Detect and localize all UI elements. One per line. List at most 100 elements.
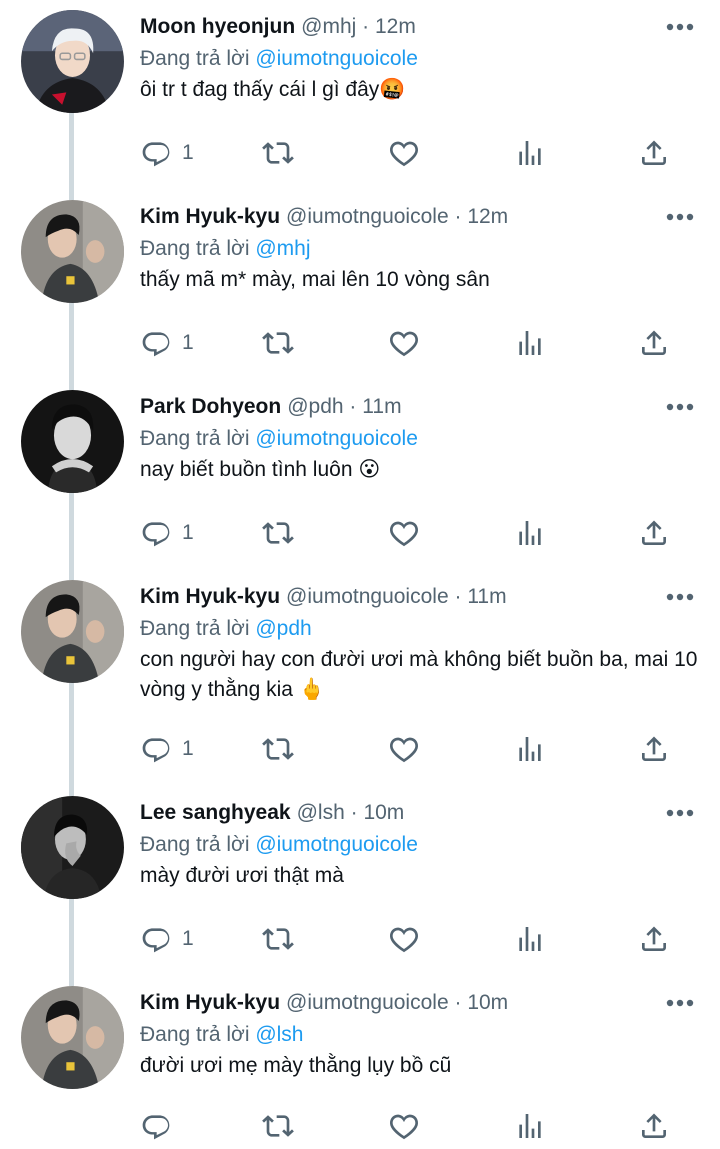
heart-icon [389,521,419,547]
stats-button[interactable] [514,133,546,173]
share-button[interactable] [638,729,670,769]
timestamp[interactable]: 10m [363,801,404,824]
tweet[interactable]: Kim Hyuk-kyu @iumotnguoicole · 12m Đang t… [0,190,720,380]
reply-to-mention[interactable]: @iumotnguoicole [255,47,418,70]
tweet-actions: 1 [140,133,700,173]
more-options-button[interactable] [660,12,700,42]
separator: · [349,395,357,418]
like-button[interactable] [388,729,420,769]
stats-button[interactable] [514,323,546,363]
reply-context: Đang trả lời @pdh [140,614,312,644]
like-button[interactable] [388,1106,420,1146]
avatar[interactable] [21,580,124,683]
share-button[interactable] [638,133,670,173]
share-button[interactable] [638,513,670,553]
author-handle[interactable]: @iumotnguoicole [286,585,449,608]
author-name[interactable]: Kim Hyuk-kyu [140,585,280,608]
author-handle[interactable]: @iumotnguoicole [286,205,449,228]
tweet-header: Kim Hyuk-kyu @iumotnguoicole · 10m [140,988,508,1018]
tweet-text: ôi tr t đag thấy cái l gì đây🤬 [140,78,406,101]
like-button[interactable] [388,513,420,553]
reply-to-mention[interactable]: @mhj [255,237,310,260]
more-options-button[interactable] [660,202,700,232]
share-button[interactable] [638,323,670,363]
separator: · [350,801,358,824]
retweet-button[interactable] [262,323,294,363]
retweet-button[interactable] [262,729,294,769]
timestamp[interactable]: 11m [362,395,401,418]
stats-button[interactable] [514,513,546,553]
more-options-button[interactable] [660,582,700,612]
reply-button[interactable]: 1 [140,133,194,173]
reply-to-mention[interactable]: @iumotnguoicole [255,833,418,856]
tweet[interactable]: Kim Hyuk-kyu @iumotnguoicole · 10m Đang t… [0,976,720,1149]
timestamp[interactable]: 11m [467,585,506,608]
author-name[interactable]: Park Dohyeon [140,395,281,418]
reply-button[interactable]: 1 [140,323,194,363]
author-name[interactable]: Kim Hyuk-kyu [140,205,280,228]
reply-icon [142,142,170,167]
heart-icon [389,927,419,953]
reply-to-mention[interactable]: @iumotnguoicole [255,427,418,450]
heart-icon [389,1114,419,1140]
tweet-header: Kim Hyuk-kyu @iumotnguoicole · 11m [140,582,507,612]
avatar[interactable] [21,390,124,493]
reply-icon [142,522,170,547]
reply-to-mention[interactable]: @pdh [255,617,311,640]
avatar[interactable] [21,10,124,113]
avatar[interactable] [21,796,124,899]
reply-button[interactable]: 1 [140,919,194,959]
author-name[interactable]: Lee sanghyeak [140,801,291,824]
reply-button[interactable]: 1 [140,513,194,553]
tweet-header: Moon hyeonjun @mhj · 12m [140,12,416,42]
share-icon [642,736,666,761]
tweet[interactable]: Lee sanghyeak @lsh · 10m Đang trả lời @iu… [0,786,720,976]
tweet-header: Lee sanghyeak @lsh · 10m [140,798,404,828]
retweet-icon [262,522,294,544]
author-name[interactable]: Moon hyeonjun [140,15,295,38]
reply-button[interactable] [140,1106,182,1146]
retweet-button[interactable] [262,133,294,173]
share-icon [642,140,666,165]
more-icon [666,809,694,817]
timestamp[interactable]: 12m [467,205,508,228]
author-handle[interactable]: @iumotnguoicole [286,991,449,1014]
more-options-button[interactable] [660,988,700,1018]
like-button[interactable] [388,133,420,173]
author-handle[interactable]: @mhj [301,15,356,38]
reply-icon [142,738,170,763]
like-button[interactable] [388,323,420,363]
tweet-text: nay biết buồn tình luôn 😮 [140,458,381,481]
tweet[interactable]: Park Dohyeon @pdh · 11m Đang trả lời @ium… [0,380,720,570]
stats-button[interactable] [514,919,546,959]
author-name[interactable]: Kim Hyuk-kyu [140,991,280,1014]
heart-icon [389,331,419,357]
stats-icon [519,1114,541,1138]
avatar[interactable] [21,986,124,1089]
author-handle[interactable]: @lsh [297,801,345,824]
more-options-button[interactable] [660,392,700,422]
retweet-button[interactable] [262,513,294,553]
tweet[interactable]: Moon hyeonjun @mhj · 12m Đang trả lời @iu… [0,0,720,190]
more-options-button[interactable] [660,798,700,828]
stats-button[interactable] [514,1106,546,1146]
timestamp[interactable]: 12m [375,15,416,38]
tweet[interactable]: Kim Hyuk-kyu @iumotnguoicole · 11m Đang t… [0,570,720,786]
like-button[interactable] [388,919,420,959]
reply-button[interactable]: 1 [140,729,194,769]
retweet-icon [262,928,294,950]
avatar[interactable] [21,200,124,303]
share-button[interactable] [638,919,670,959]
share-button[interactable] [638,1106,670,1146]
author-handle[interactable]: @pdh [287,395,343,418]
stats-button[interactable] [514,729,546,769]
share-icon [642,926,666,951]
timestamp[interactable]: 10m [467,991,508,1014]
more-icon [666,593,694,601]
retweet-button[interactable] [262,1106,294,1146]
reply-prefix: Đang trả lời [140,237,250,260]
retweet-button[interactable] [262,919,294,959]
separator: · [454,585,462,608]
reply-to-mention[interactable]: @lsh [255,1023,303,1046]
separator: · [454,991,462,1014]
